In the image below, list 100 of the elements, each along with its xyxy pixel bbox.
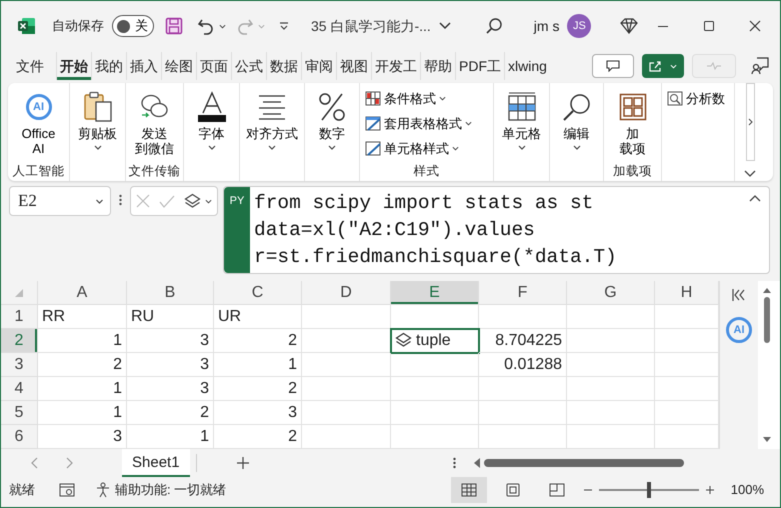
- ribbon-tab[interactable]: 开始: [56, 52, 91, 80]
- row-header[interactable]: 2: [1, 329, 38, 353]
- accessibility-status[interactable]: 辅助功能: 一切就绪: [115, 480, 226, 500]
- column-header[interactable]: G: [567, 281, 655, 305]
- select-all-corner[interactable]: [1, 281, 38, 305]
- collapse-pane-icon[interactable]: [732, 289, 746, 301]
- table-cell[interactable]: [479, 401, 567, 425]
- ribbon-button[interactable]: 单元格样式: [362, 136, 491, 161]
- table-cell[interactable]: [391, 353, 479, 377]
- enter-icon[interactable]: [158, 194, 175, 208]
- table-cell[interactable]: [391, 425, 479, 449]
- ribbon-button[interactable]: 剪贴板: [75, 86, 120, 161]
- ribbon-tab[interactable]: 视图: [336, 52, 371, 80]
- table-cell[interactable]: [567, 329, 655, 353]
- table-cell[interactable]: RR: [38, 305, 127, 329]
- row-header[interactable]: 6: [1, 425, 38, 449]
- row-header[interactable]: 4: [1, 377, 38, 401]
- table-cell[interactable]: tuple: [391, 329, 479, 353]
- table-cell[interactable]: 3: [127, 329, 214, 353]
- table-cell[interactable]: [567, 425, 655, 449]
- table-cell[interactable]: 2: [127, 401, 214, 425]
- row-header[interactable]: 5: [1, 401, 38, 425]
- autosave-toggle[interactable]: 关: [112, 15, 154, 37]
- table-cell[interactable]: [302, 305, 391, 329]
- user-avatar[interactable]: JS: [567, 14, 592, 38]
- row-header[interactable]: 3: [1, 353, 38, 377]
- ribbon-tab[interactable]: xlwing: [504, 52, 550, 80]
- table-cell[interactable]: [567, 401, 655, 425]
- table-cell[interactable]: [302, 401, 391, 425]
- cancel-icon[interactable]: [136, 194, 150, 208]
- ribbon-tab[interactable]: 公式: [231, 52, 266, 80]
- table-cell[interactable]: 2: [38, 353, 127, 377]
- comments-button[interactable]: [592, 54, 634, 78]
- ribbon-button[interactable]: 发送 到微信: [132, 86, 177, 161]
- formula-field[interactable]: PY from scipy import stats as st data=xl("A2:C19").values r=st.friedmanchisquare(*data.T): [223, 186, 770, 274]
- ribbon-button[interactable]: 加 载项: [616, 86, 650, 161]
- table-cell[interactable]: [302, 377, 391, 401]
- table-cell[interactable]: RU: [127, 305, 214, 329]
- normal-view-button[interactable]: [450, 477, 487, 503]
- column-header[interactable]: D: [302, 281, 391, 305]
- column-header[interactable]: A: [38, 281, 127, 305]
- table-cell[interactable]: 8.704225: [479, 329, 567, 353]
- name-box[interactable]: E2: [9, 186, 111, 216]
- table-cell[interactable]: 2: [214, 425, 302, 449]
- ribbon-button[interactable]: 字体: [194, 86, 230, 161]
- table-cell[interactable]: 3: [127, 353, 214, 377]
- ribbon-button[interactable]: 套用表格格式: [362, 111, 491, 136]
- python-output-button[interactable]: [184, 192, 212, 210]
- column-header[interactable]: F: [479, 281, 567, 305]
- table-cell[interactable]: 1: [38, 401, 127, 425]
- ribbon-button[interactable]: 对齐方式: [243, 86, 301, 161]
- ribbon-button[interactable]: 条件格式: [362, 86, 491, 111]
- row-header[interactable]: 1: [1, 305, 38, 329]
- table-cell[interactable]: 3: [214, 401, 302, 425]
- ribbon-tab[interactable]: 审阅: [301, 52, 336, 80]
- column-header[interactable]: E: [391, 281, 479, 305]
- column-header[interactable]: B: [127, 281, 214, 305]
- ribbon-tab[interactable]: 帮助: [420, 52, 455, 80]
- sheet-tab[interactable]: Sheet1: [122, 449, 190, 477]
- ribbon-button[interactable]: AI Office AI: [18, 86, 58, 161]
- table-cell[interactable]: 3: [127, 377, 214, 401]
- table-cell[interactable]: 0.01288: [479, 353, 567, 377]
- macro-record-icon[interactable]: [59, 483, 75, 497]
- ribbon-tab[interactable]: PDF工: [455, 52, 504, 80]
- more-icon[interactable]: [452, 457, 456, 469]
- table-cell[interactable]: [479, 425, 567, 449]
- column-header[interactable]: H: [655, 281, 719, 305]
- ribbon-button[interactable]: 编辑: [558, 86, 594, 161]
- filename-button[interactable]: 35 白鼠学习能力-...: [308, 16, 454, 36]
- ribbon-tab[interactable]: 页面: [196, 52, 231, 80]
- ribbon-tab[interactable]: 插入: [126, 52, 161, 80]
- ribbon-button[interactable]: 分析数: [664, 86, 732, 111]
- table-cell[interactable]: [567, 305, 655, 329]
- accessibility-icon[interactable]: [95, 482, 111, 498]
- table-cell[interactable]: [391, 401, 479, 425]
- ribbon-button[interactable]: 单元格: [499, 86, 544, 161]
- zoom-in-icon[interactable]: [704, 485, 715, 495]
- table-cell[interactable]: 1: [38, 377, 127, 401]
- table-cell[interactable]: [391, 377, 479, 401]
- table-cell[interactable]: 1: [38, 329, 127, 353]
- table-cell[interactable]: 2: [214, 377, 302, 401]
- table-cell[interactable]: [479, 377, 567, 401]
- ribbon-tab[interactable]: 数据: [266, 52, 301, 80]
- table-cell[interactable]: UR: [214, 305, 302, 329]
- share-button[interactable]: [642, 54, 684, 78]
- ribbon-button[interactable]: 数字: [315, 86, 349, 161]
- column-header[interactable]: C: [214, 281, 302, 305]
- table-cell[interactable]: [479, 305, 567, 329]
- table-cell[interactable]: 3: [38, 425, 127, 449]
- table-cell[interactable]: [567, 353, 655, 377]
- ribbon-tab[interactable]: 我的: [91, 52, 126, 80]
- table-cell[interactable]: [302, 353, 391, 377]
- ribbon-tab[interactable]: 绘图: [161, 52, 196, 80]
- ribbon-tab[interactable]: 开发工: [371, 52, 420, 80]
- zoom-level[interactable]: 100%: [730, 480, 764, 500]
- collapse-icon[interactable]: [749, 195, 761, 202]
- ribbon-tab[interactable]: 文件: [13, 52, 56, 80]
- zoom-slider[interactable]: [646, 482, 651, 498]
- scroll-right-button[interactable]: [746, 83, 754, 161]
- table-cell[interactable]: 1: [214, 353, 302, 377]
